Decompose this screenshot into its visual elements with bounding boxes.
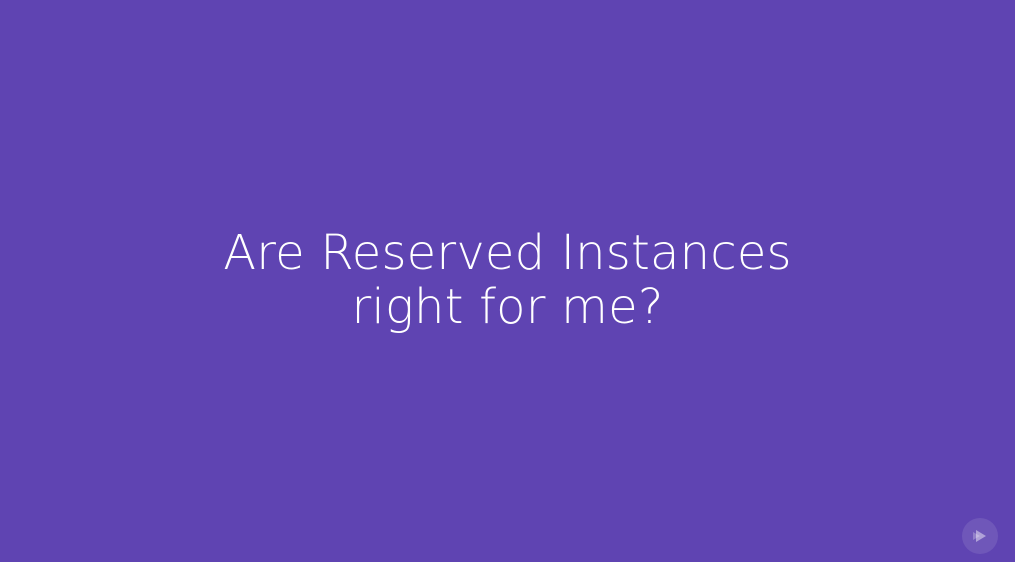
- slide-title-line-1: Are Reserved Instances: [223, 225, 792, 281]
- play-logo-icon: [962, 518, 998, 554]
- slide-canvas: Are Reserved Instances right for me?: [0, 0, 1015, 562]
- slide-title: Are Reserved Instances right for me?: [0, 226, 1015, 334]
- slide-title-line-2: right for me?: [351, 279, 664, 335]
